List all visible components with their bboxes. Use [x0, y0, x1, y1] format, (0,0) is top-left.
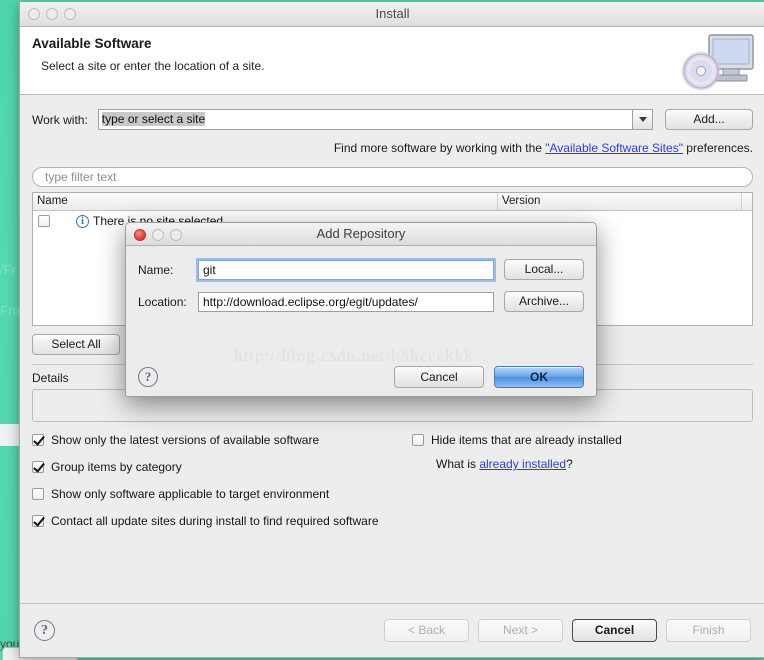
available-software-sites-link[interactable]: "Available Software Sites" — [545, 141, 683, 155]
window-traffic-lights[interactable] — [28, 8, 76, 20]
tree-header: Name Version — [33, 193, 752, 211]
minimize-icon[interactable] — [152, 229, 164, 241]
option-group-by-category-label: Group items by category — [51, 460, 182, 474]
option-latest-versions-label: Show only the latest versions of availab… — [51, 433, 320, 447]
close-icon[interactable] — [28, 8, 40, 20]
dialog-cancel-button[interactable]: Cancel — [394, 366, 484, 388]
dialog-location-row: Location: http://download.eclipse.org/eg… — [138, 291, 584, 312]
background-text-fragment: Fro — [0, 303, 20, 318]
what-is-prefix: What is — [436, 457, 480, 471]
page-title: Available Software — [32, 36, 152, 51]
minimize-icon[interactable] — [46, 8, 58, 20]
dialog-body: Name: git Local... Location: http://down… — [126, 246, 596, 365]
find-more-prefix: Find more software by working with the — [333, 141, 546, 155]
option-contact-update-sites[interactable]: Contact all update sites during install … — [32, 514, 753, 528]
watermark-text: http://blog.csdn.net/hhhccckkk — [234, 346, 474, 365]
row-checkbox[interactable] — [38, 215, 50, 227]
work-with-label: Work with: — [32, 112, 88, 127]
what-is-suffix: ? — [566, 457, 573, 471]
info-icon: i — [76, 214, 89, 228]
dialog-name-row: Name: git Local... — [138, 257, 584, 282]
option-group-by-category[interactable]: Group items by category — [32, 460, 753, 474]
window-titlebar: Install — [20, 2, 764, 27]
zoom-icon[interactable] — [170, 229, 182, 241]
option-applicable-target[interactable]: Show only software applicable to target … — [32, 487, 753, 501]
wizard-header: Available Software Select a site or ente… — [20, 27, 764, 95]
cancel-button[interactable]: Cancel — [572, 619, 657, 642]
options-section: Show only the latest versions of availab… — [32, 433, 753, 529]
work-with-value: type or select a site — [101, 112, 206, 126]
location-label: Location: — [138, 294, 187, 309]
column-header-spacer — [742, 193, 752, 210]
name-input[interactable]: git — [196, 257, 496, 282]
dialog-footer: ? Cancel OK — [126, 366, 596, 388]
already-installed-link[interactable]: already installed — [479, 457, 566, 471]
option-latest-versions-checkbox[interactable] — [32, 434, 44, 446]
add-repository-dialog: Add Repository Name: git Local... Locati… — [125, 222, 597, 397]
option-applicable-target-checkbox[interactable] — [32, 488, 44, 500]
window-title: Install — [375, 6, 410, 21]
add-site-button[interactable]: Add... — [665, 109, 753, 130]
back-button[interactable]: < Back — [384, 619, 469, 642]
location-input[interactable]: http://download.eclipse.org/egit/updates… — [198, 291, 494, 312]
find-more-suffix: preferences. — [682, 141, 753, 155]
next-button[interactable]: Next > — [478, 619, 563, 642]
close-icon[interactable] — [134, 229, 146, 241]
dialog-ok-button[interactable]: OK — [494, 366, 584, 388]
archive-button[interactable]: Archive... — [504, 291, 584, 312]
column-header-name[interactable]: Name — [33, 193, 498, 210]
option-group-by-category-checkbox[interactable] — [32, 461, 44, 473]
help-question-icon[interactable]: ? — [34, 620, 55, 641]
dialog-titlebar: Add Repository — [126, 223, 596, 246]
chevron-down-icon[interactable] — [632, 110, 652, 129]
work-with-combo[interactable]: type or select a site — [97, 109, 653, 130]
work-with-input[interactable]: type or select a site — [99, 110, 632, 129]
find-more-software-text: Find more software by working with the "… — [32, 141, 753, 155]
option-hide-installed[interactable]: Hide items that are already installed — [412, 433, 622, 447]
dialog-traffic-lights[interactable] — [134, 229, 182, 241]
finish-button[interactable]: Finish — [666, 619, 751, 642]
page-subtitle: Select a site or enter the location of a… — [41, 59, 265, 73]
option-hide-installed-label: Hide items that are already installed — [431, 433, 622, 447]
option-applicable-target-label: Show only software applicable to target … — [51, 487, 330, 501]
help-question-icon[interactable]: ? — [138, 367, 158, 387]
dialog-title: Add Repository — [316, 226, 406, 241]
options-right-column: Hide items that are already installed Wh… — [412, 433, 622, 471]
option-contact-update-sites-checkbox[interactable] — [32, 515, 44, 527]
option-latest-versions[interactable]: Show only the latest versions of availab… — [32, 433, 753, 447]
zoom-icon[interactable] — [64, 8, 76, 20]
name-label: Name: — [138, 262, 174, 277]
background-text-fragment: /Fr — [0, 262, 16, 277]
option-contact-update-sites-label: Contact all update sites during install … — [51, 514, 379, 528]
wizard-footer: ? < Back Next > Cancel Finish — [20, 603, 764, 657]
select-all-button[interactable]: Select All — [32, 334, 120, 355]
what-is-already-installed: What is already installed? — [412, 457, 622, 471]
work-with-row: Work with: type or select a site Add... — [32, 109, 753, 130]
local-button[interactable]: Local... — [504, 259, 584, 280]
option-hide-installed-checkbox[interactable] — [412, 434, 424, 446]
filter-input[interactable]: type filter text — [32, 167, 753, 187]
column-header-version[interactable]: Version — [498, 193, 742, 210]
install-disc-monitor-icon — [679, 31, 757, 93]
